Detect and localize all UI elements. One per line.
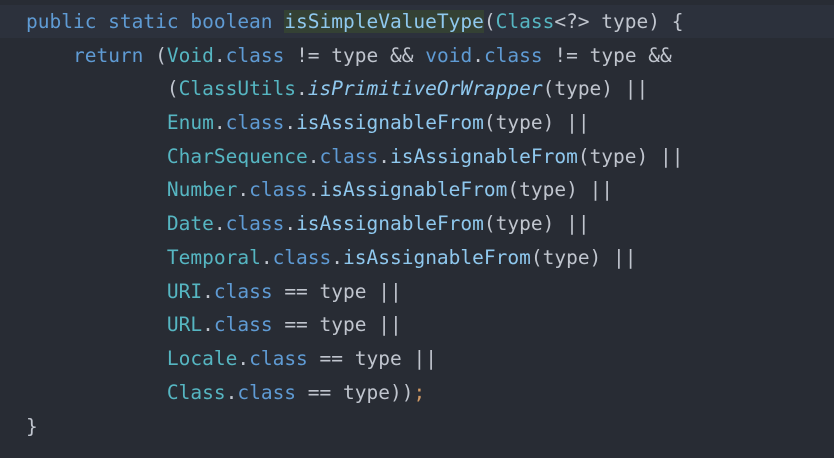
code-token: ( bbox=[483, 10, 496, 33]
code-token: == type || bbox=[272, 280, 402, 303]
code-token: URL bbox=[166, 313, 203, 336]
code-editor[interactable]: public static boolean isSimpleValueType(… bbox=[0, 0, 834, 458]
code-token: isSimpleValueType bbox=[284, 10, 484, 33]
code-token: class bbox=[249, 178, 308, 201]
code-token: != type && bbox=[284, 44, 426, 67]
code-token: == type || bbox=[272, 313, 402, 336]
code-token: Number bbox=[166, 178, 238, 201]
code-token: . bbox=[225, 381, 238, 404]
code-token: (type) || bbox=[577, 145, 684, 168]
code-token: Locale bbox=[166, 347, 238, 370]
code-token: != type && bbox=[542, 44, 672, 67]
code-line[interactable]: Number.class.isAssignableFrom(type) || bbox=[26, 173, 613, 206]
code-token: CharSequence bbox=[166, 145, 308, 168]
code-token: (type) || bbox=[507, 178, 614, 201]
code-token: . bbox=[202, 313, 214, 336]
code-token: <?> type) { bbox=[554, 10, 684, 33]
code-token: Class bbox=[166, 381, 226, 404]
code-token: . bbox=[260, 246, 273, 269]
code-token: ( bbox=[26, 77, 179, 100]
code-line[interactable]: Enum.class.isAssignableFrom(type) || bbox=[26, 106, 590, 139]
code-token: . bbox=[284, 111, 297, 134]
code-token: == type || bbox=[307, 347, 437, 370]
code-token: Class bbox=[495, 10, 555, 33]
code-token: isAssignableFrom bbox=[296, 212, 484, 235]
code-token: return bbox=[72, 44, 144, 67]
code-token: . bbox=[378, 145, 390, 168]
code-token: . bbox=[213, 212, 226, 235]
code-token: class bbox=[225, 111, 285, 134]
code-token: class bbox=[272, 246, 332, 269]
code-token: class bbox=[249, 347, 308, 370]
code-token: class bbox=[483, 44, 543, 67]
code-token: (type) || bbox=[530, 246, 637, 269]
code-token: (type) || bbox=[483, 212, 590, 235]
code-token: isAssignableFrom bbox=[389, 145, 578, 168]
code-token: class bbox=[213, 313, 273, 336]
code-token: isAssignableFrom bbox=[319, 178, 508, 201]
code-token: Void bbox=[166, 44, 214, 67]
code-token: class bbox=[319, 145, 379, 168]
code-line[interactable]: Date.class.isAssignableFrom(type) || bbox=[26, 207, 590, 240]
code-token: Date bbox=[166, 212, 214, 235]
code-token: ClassUtils bbox=[178, 77, 297, 100]
code-token: . bbox=[331, 246, 344, 269]
code-token: . bbox=[237, 178, 250, 201]
code-token: . bbox=[296, 77, 308, 100]
code-line[interactable]: return (Void.class != type && void.class… bbox=[26, 39, 672, 72]
code-token: . bbox=[213, 44, 226, 67]
code-token: isPrimitiveOrWrapper bbox=[307, 77, 543, 100]
code-token: (type) || bbox=[542, 77, 649, 100]
code-token: class bbox=[225, 212, 285, 235]
code-token: public static boolean bbox=[26, 10, 285, 33]
code-token: . bbox=[307, 178, 320, 201]
code-line[interactable]: (ClassUtils.isPrimitiveOrWrapper(type) |… bbox=[26, 72, 648, 105]
code-token: class bbox=[237, 381, 297, 404]
code-line[interactable]: Locale.class == type || bbox=[26, 342, 437, 375]
code-token: . bbox=[213, 111, 226, 134]
code-token: isAssignableFrom bbox=[296, 111, 484, 134]
code-token: class bbox=[225, 44, 285, 67]
code-token: Temporal bbox=[166, 246, 261, 269]
code-line[interactable]: public static boolean isSimpleValueType(… bbox=[0, 5, 834, 38]
code-token: . bbox=[284, 212, 297, 235]
code-token: class bbox=[213, 280, 273, 303]
code-line[interactable]: Class.class == type)); bbox=[26, 376, 425, 409]
code-line[interactable]: URI.class == type || bbox=[26, 275, 402, 308]
code-token: Enum bbox=[166, 111, 214, 134]
code-token: == type)) bbox=[296, 381, 414, 404]
code-token: void bbox=[425, 44, 473, 67]
code-line[interactable]: CharSequence.class.isAssignableFrom(type… bbox=[26, 140, 684, 173]
code-token: URI bbox=[166, 280, 203, 303]
code-token: . bbox=[237, 347, 250, 370]
code-token: } bbox=[26, 415, 38, 438]
code-line[interactable]: URL.class == type || bbox=[26, 308, 402, 341]
code-token: ( bbox=[143, 44, 167, 67]
code-token: . bbox=[307, 145, 320, 168]
code-line[interactable]: Temporal.class.isAssignableFrom(type) || bbox=[26, 241, 637, 274]
code-token: isAssignableFrom bbox=[343, 246, 531, 269]
code-token: . bbox=[472, 44, 484, 67]
code-token: ; bbox=[413, 381, 426, 404]
code-line[interactable]: } bbox=[26, 410, 38, 443]
code-token: (type) || bbox=[483, 111, 590, 134]
code-token: . bbox=[202, 280, 214, 303]
